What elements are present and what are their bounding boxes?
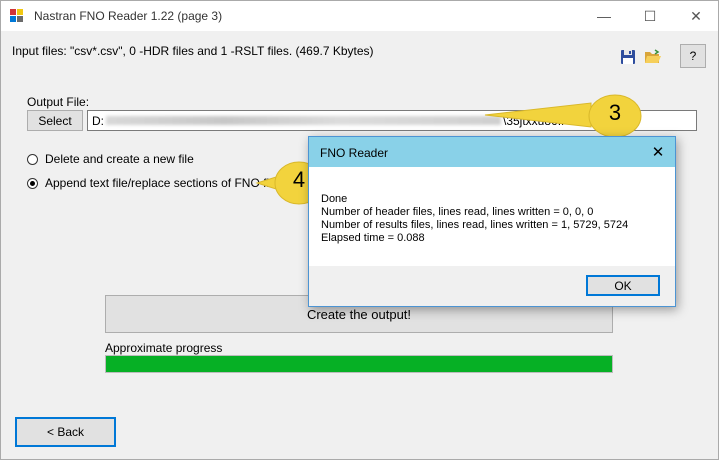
radio-append[interactable] bbox=[27, 177, 38, 189]
window-title: Nastran FNO Reader 1.22 (page 3) bbox=[34, 9, 223, 23]
app-icon bbox=[10, 9, 24, 23]
dialog-line-elapsed: Elapsed time = 0.088 bbox=[321, 232, 425, 244]
input-files-status: Input files: "csv*.csv", 0 -HDR files an… bbox=[12, 44, 374, 58]
dialog-line-header: Number of header files, lines read, line… bbox=[321, 206, 594, 218]
option-append-label: Append text file/replace sections of FNO… bbox=[45, 176, 279, 190]
title-bar: Nastran FNO Reader 1.22 (page 3) — ☐ ✕ bbox=[1, 1, 718, 31]
dialog-close-icon[interactable]: ✕ bbox=[641, 137, 675, 167]
close-button[interactable]: ✕ bbox=[673, 1, 719, 31]
dialog-body: Done Number of header files, lines read,… bbox=[309, 167, 675, 266]
progress-fill bbox=[106, 356, 612, 372]
path-redacted bbox=[106, 116, 501, 125]
dialog-title: FNO Reader bbox=[320, 146, 389, 160]
help-button[interactable]: ? bbox=[680, 44, 706, 68]
ok-button[interactable]: OK bbox=[586, 275, 660, 296]
dialog-line-results: Number of results files, lines read, lin… bbox=[321, 219, 629, 231]
option-append[interactable]: Append text file/replace sections of FNO… bbox=[27, 176, 278, 190]
fno-reader-dialog: FNO Reader ✕ Done Number of header files… bbox=[308, 136, 676, 307]
callout-3: 3 bbox=[483, 93, 643, 139]
option-delete-create[interactable]: Delete and create a new file bbox=[27, 152, 194, 166]
minimize-button[interactable]: — bbox=[581, 1, 627, 31]
folder-open-icon[interactable] bbox=[644, 49, 661, 65]
maximize-button[interactable]: ☐ bbox=[627, 1, 673, 31]
dialog-line-done: Done bbox=[321, 193, 348, 205]
output-file-label: Output File: bbox=[27, 95, 90, 109]
back-button[interactable]: < Back bbox=[15, 417, 116, 447]
callout-3-label: 3 bbox=[608, 100, 622, 125]
option-delete-create-label: Delete and create a new file bbox=[45, 152, 194, 166]
path-prefix: D: bbox=[92, 113, 104, 128]
radio-delete-create[interactable] bbox=[27, 153, 38, 165]
progress-label: Approximate progress bbox=[105, 341, 223, 355]
progress-bar bbox=[105, 355, 613, 373]
select-button[interactable]: Select bbox=[27, 110, 83, 131]
dialog-title-bar: FNO Reader ✕ bbox=[309, 137, 675, 167]
floppy-disk-icon[interactable] bbox=[620, 49, 636, 65]
